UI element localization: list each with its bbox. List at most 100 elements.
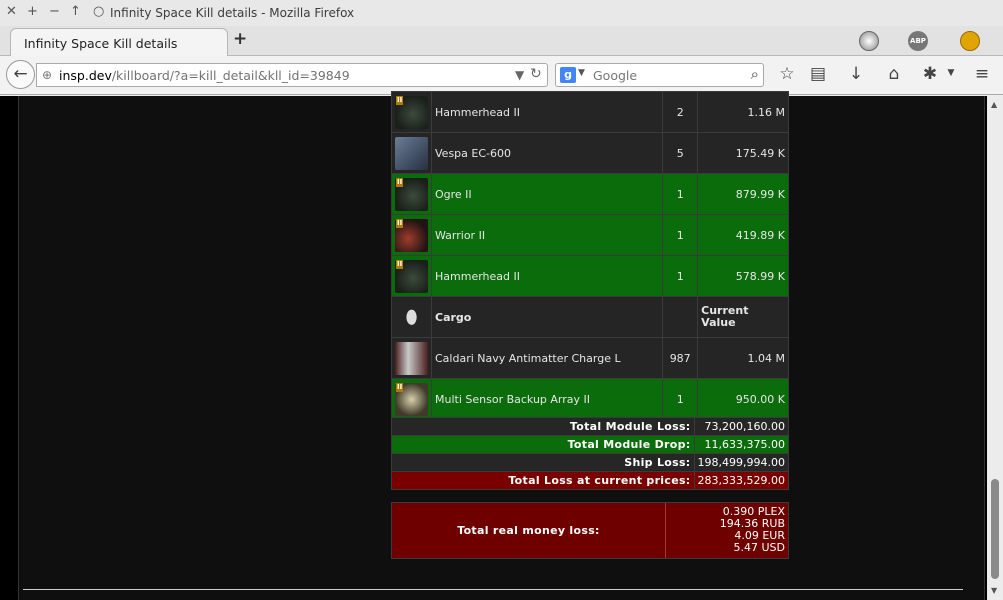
table-row: II Hammerhead II 2 1.16 M	[391, 91, 789, 133]
summary-value: 198,499,994.00	[693, 453, 790, 472]
globe-icon: ⊕	[42, 68, 53, 82]
summary-value: 73,200,160.00	[693, 417, 790, 436]
item-name[interactable]: Vespa EC-600	[430, 132, 664, 174]
dropdown-icon[interactable]: ▼	[515, 68, 524, 82]
scroll-down-icon[interactable]: ▼	[991, 586, 997, 595]
chevron-down-icon[interactable]: ▼	[940, 68, 962, 78]
summary-value: 11,633,375.00	[693, 435, 790, 454]
navigation-toolbar: ← ⊕ insp.dev/killboard/?a=kill_detail&kl…	[0, 56, 1003, 95]
download-icon[interactable]: ↓	[845, 64, 867, 84]
table-row: II Multi Sensor Backup Array II 1 950.00…	[391, 378, 789, 420]
real-money-loss-box: Total real money loss: 0.390 PLEX 194.36…	[391, 502, 789, 559]
summary-row: Total Loss at current prices: 283,333,52…	[391, 471, 790, 490]
item-name[interactable]: Hammerhead II	[430, 255, 664, 297]
ghost-extension-icon[interactable]	[859, 31, 879, 51]
tech2-badge-icon: II	[396, 382, 404, 392]
sensor-icon[interactable]: II	[395, 382, 428, 416]
circle-icon[interactable]: ○	[93, 4, 104, 19]
table-row: Caldari Navy Antimatter Charge L 987 1.0…	[391, 337, 789, 379]
drone-icon[interactable]: II	[395, 259, 428, 293]
item-name[interactable]: Ogre II	[430, 173, 664, 215]
item-value: 950.00 K	[697, 378, 789, 420]
charge-icon[interactable]	[395, 341, 428, 375]
google-icon: g	[560, 67, 576, 83]
vertical-scrollbar[interactable]: ▲ ▼	[987, 96, 1003, 600]
divider	[23, 589, 963, 590]
home-icon[interactable]: ⌂	[883, 64, 905, 84]
search-box[interactable]: g ▼ Google ⌕	[555, 63, 764, 87]
item-qty: 2	[662, 91, 699, 133]
summary-label: Total Module Loss:	[391, 417, 695, 436]
item-name[interactable]: Hammerhead II	[430, 91, 664, 133]
drone-icon[interactable]: II	[395, 218, 428, 252]
window-titlebar: ✕ + − ↑ ○ Infinity Space Kill details - …	[0, 0, 1003, 26]
drone-icon[interactable]: II	[395, 95, 428, 129]
menu-icon[interactable]: ≡	[971, 64, 993, 84]
drone-icon[interactable]: II	[395, 177, 428, 211]
table-row: II Ogre II 1 879.99 K	[391, 173, 789, 215]
item-name[interactable]: Warrior II	[430, 214, 664, 256]
tab-label: Infinity Space Kill details	[24, 36, 178, 51]
real-money-loss-values: 0.390 PLEX 194.36 RUB 4.09 EUR 5.47 USD	[665, 503, 788, 558]
drone-icon[interactable]	[395, 136, 428, 170]
tech2-badge-icon: II	[396, 95, 404, 105]
tab-active[interactable]: Infinity Space Kill details	[10, 28, 228, 56]
item-name[interactable]: Multi Sensor Backup Array II	[430, 378, 664, 420]
items-table: II Hammerhead II 2 1.16 M Vespa EC-600 5…	[391, 91, 789, 420]
window-title: Infinity Space Kill details - Mozilla Fi…	[110, 6, 355, 20]
chevron-down-icon[interactable]: ▼	[578, 68, 585, 78]
url-host: insp.dev	[59, 68, 112, 83]
cargo-section-label: Cargo	[430, 296, 664, 338]
item-qty: 5	[662, 132, 699, 174]
summary-row: Total Module Drop: 11,633,375.00	[391, 435, 790, 454]
table-row: II Hammerhead II 1 578.99 K	[391, 255, 789, 297]
greasemonkey-icon[interactable]	[960, 31, 980, 51]
item-value: 879.99 K	[697, 173, 789, 215]
item-qty: 1	[662, 214, 699, 256]
item-value: 1.16 M	[697, 91, 789, 133]
summary-table: Total Module Loss: 73,200,160.00 Total M…	[391, 417, 790, 490]
item-qty: 987	[662, 337, 699, 379]
close-window-icon[interactable]: ✕	[6, 4, 17, 19]
tech2-badge-icon: II	[396, 259, 404, 269]
summary-row: Total Module Loss: 73,200,160.00	[391, 417, 790, 436]
scrollbar-thumb[interactable]	[991, 479, 999, 579]
item-value: 1.04 M	[697, 337, 789, 379]
tech2-badge-icon: II	[396, 177, 404, 187]
minimize-window-icon[interactable]: −	[49, 4, 60, 19]
tab-strip: Infinity Space Kill details + ABP	[0, 26, 1003, 56]
scroll-up-icon[interactable]: ▲	[991, 100, 997, 109]
url-bar[interactable]: ⊕ insp.dev/killboard/?a=kill_detail&kll_…	[36, 63, 548, 87]
summary-row: Ship Loss: 198,499,994.00	[391, 453, 790, 472]
summary-label: Ship Loss:	[391, 453, 695, 472]
tech2-badge-icon: II	[396, 218, 404, 228]
url-path: /killboard/?a=kill_detail&kll_id=39849	[111, 68, 350, 83]
back-arrow-icon[interactable]: ←	[6, 60, 35, 89]
search-placeholder: Google	[593, 68, 638, 83]
new-tab-icon[interactable]: +	[233, 29, 247, 49]
maximize-window-icon[interactable]: +	[27, 4, 38, 19]
reading-list-icon[interactable]: ▤	[807, 64, 829, 84]
item-name[interactable]: Caldari Navy Antimatter Charge L	[430, 337, 664, 379]
summary-value: 283,333,529.00	[693, 471, 790, 490]
item-value: 175.49 K	[697, 132, 789, 174]
real-money-loss-label: Total real money loss:	[457, 524, 600, 537]
search-icon[interactable]: ⌕	[751, 65, 759, 83]
table-row: Vespa EC-600 5 175.49 K	[391, 132, 789, 174]
reload-icon[interactable]: ↻	[530, 66, 542, 82]
summary-label: Total Module Drop:	[391, 435, 695, 454]
item-value: 578.99 K	[697, 255, 789, 297]
item-qty: 1	[662, 255, 699, 297]
usd-value: 5.47 USD	[733, 541, 786, 554]
current-value-header: Current Value	[697, 296, 789, 338]
adblock-icon[interactable]: ABP	[908, 31, 928, 51]
up-arrow-icon[interactable]: ↑	[70, 4, 81, 19]
bookmark-star-icon[interactable]: ☆	[776, 64, 798, 84]
cargo-header-row: ⬮ Cargo Current Value	[391, 296, 789, 338]
summary-label: Total Loss at current prices:	[391, 471, 695, 490]
firebug-icon[interactable]: ✱	[919, 64, 941, 84]
item-qty: 1	[662, 378, 699, 420]
table-row: II Warrior II 1 419.89 K	[391, 214, 789, 256]
item-qty: 1	[662, 173, 699, 215]
item-value: 419.89 K	[697, 214, 789, 256]
